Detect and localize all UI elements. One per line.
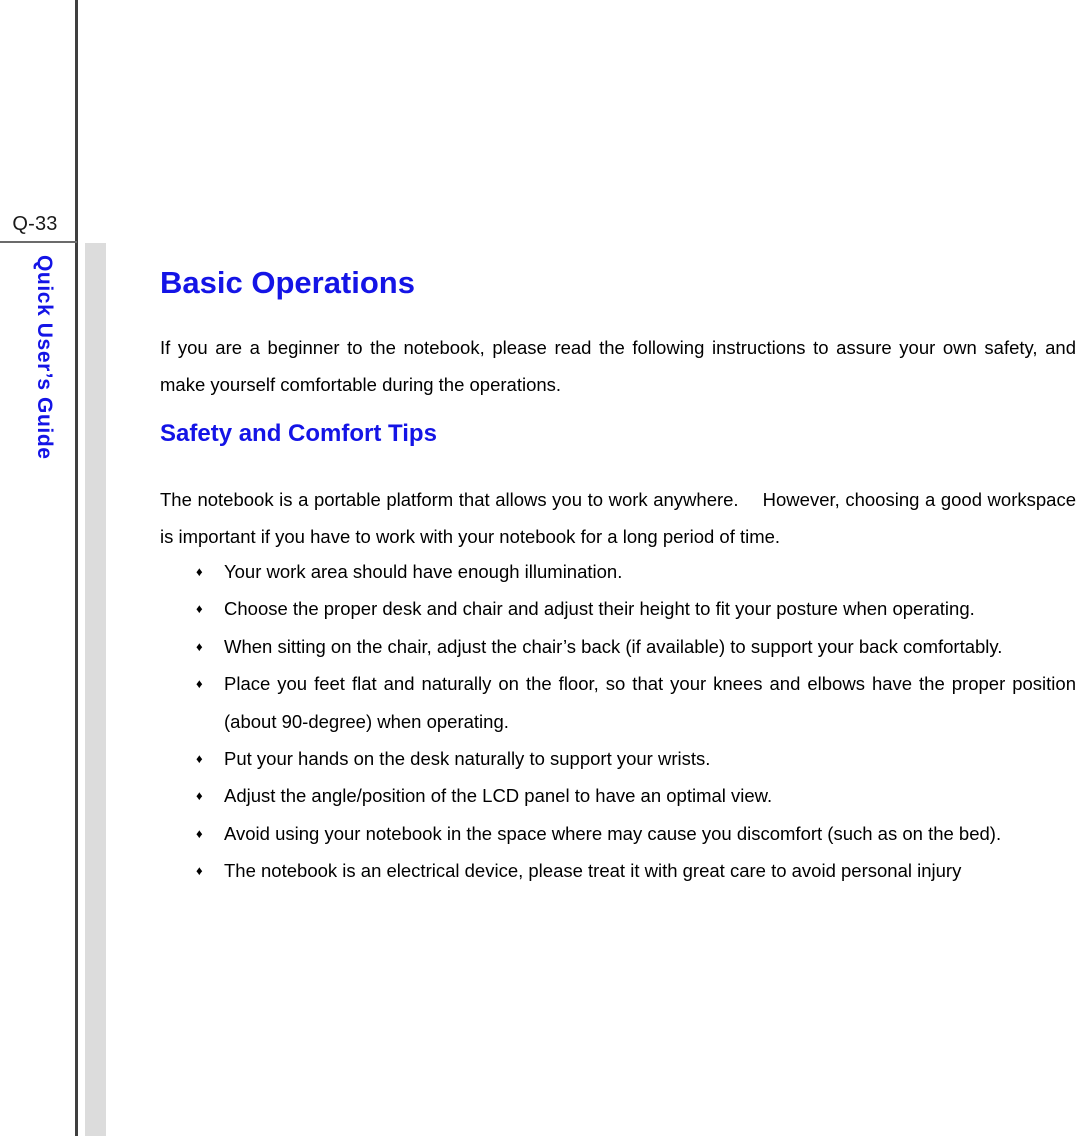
bullet-diamond-icon: ♦	[196, 601, 203, 617]
list-item: ♦ Choose the proper desk and chair and a…	[196, 590, 1076, 627]
safety-tips-list: ♦ Your work area should have enough illu…	[196, 553, 1076, 890]
lead-paragraph: The notebook is a portable platform that…	[160, 489, 1076, 547]
sidebar-title: Quick User’s Guide	[33, 255, 56, 460]
list-item: ♦ Avoid using your notebook in the space…	[196, 815, 1076, 852]
list-item-text: Adjust the angle/position of the LCD pan…	[224, 785, 773, 807]
list-item: ♦ Place you feet flat and naturally on t…	[196, 665, 1076, 740]
bullet-diamond-icon: ♦	[196, 863, 203, 879]
intro-paragraph: If you are a beginner to the notebook, p…	[160, 337, 1076, 395]
page-title: Basic Operations	[160, 265, 415, 300]
bullet-diamond-icon: ♦	[196, 638, 203, 654]
list-item: ♦ The notebook is an electrical device, …	[196, 852, 1076, 889]
bullet-diamond-icon: ♦	[196, 564, 203, 579]
page-frame-vertical-rule	[75, 0, 78, 1136]
list-item: ♦ When sitting on the chair, adjust the …	[196, 628, 1076, 665]
list-item-text: When sitting on the chair, adjust the ch…	[224, 635, 1003, 657]
list-item-text: Place you feet flat and naturally on the…	[224, 673, 1076, 732]
list-item-text: Put your hands on the desk naturally to …	[224, 748, 711, 770]
bullet-diamond-icon: ♦	[196, 751, 203, 767]
page-number: Q-33	[12, 213, 58, 235]
list-item-text: Avoid using your notebook in the space w…	[224, 822, 1002, 844]
bullet-diamond-icon: ♦	[196, 788, 203, 804]
sidebar-gray-band	[85, 243, 106, 1136]
bullet-diamond-icon: ♦	[196, 825, 203, 841]
page-frame-horizontal-rule	[0, 241, 77, 243]
list-item: ♦ Adjust the angle/position of the LCD p…	[196, 777, 1076, 814]
list-item-text: The notebook is an electrical device, pl…	[224, 860, 962, 882]
section-heading-safety-and-comfort-tips: Safety and Comfort Tips	[160, 420, 437, 447]
list-item-text: Choose the proper desk and chair and adj…	[224, 598, 975, 620]
list-item: ♦ Put your hands on the desk naturally t…	[196, 740, 1076, 777]
list-item: ♦ Your work area should have enough illu…	[196, 553, 1076, 590]
list-item-text: Your work area should have enough illumi…	[224, 561, 623, 582]
bullet-diamond-icon: ♦	[196, 676, 203, 692]
